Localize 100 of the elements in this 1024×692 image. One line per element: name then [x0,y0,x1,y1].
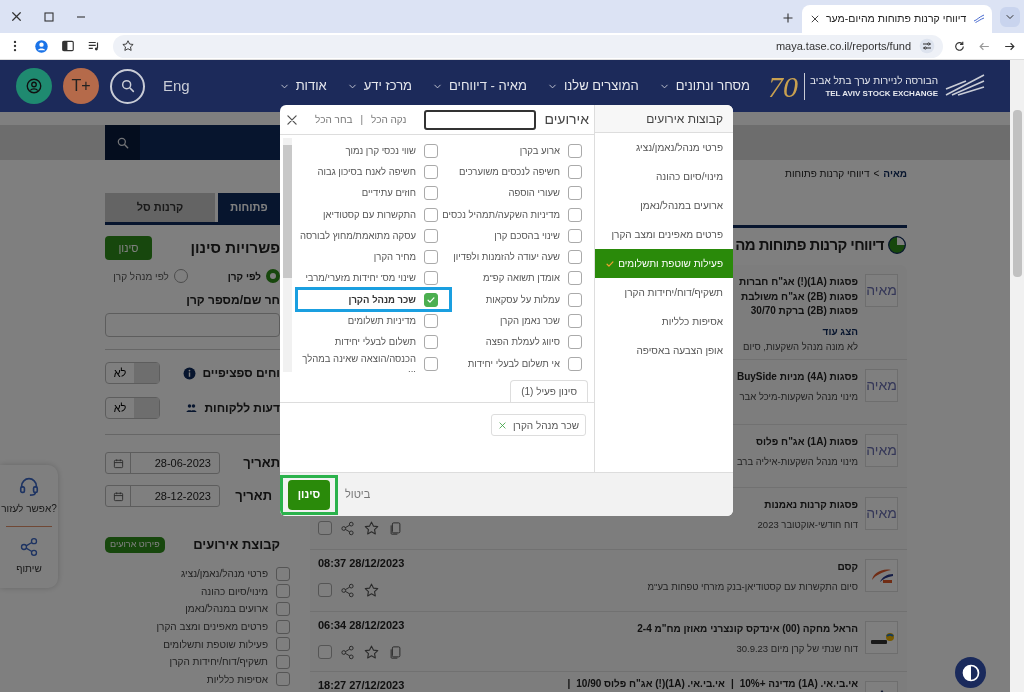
share-label[interactable]: שיתוף [16,561,42,576]
filter-button[interactable]: סינון [105,236,152,260]
checkbox-label: עסקה מתואמת/מחוץ לבורסה [300,230,416,241]
apply-button[interactable]: סינון [288,479,330,510]
checkbox-label: שווי נכסי קרן נמוך [345,145,416,156]
logo-anniversary-number: 70 [768,68,799,105]
section-heading: קבוצת אירועים [193,536,280,555]
report-title[interactable]: פסגות (1A) אג"ח פלוס [756,435,858,450]
report-title[interactable]: אי.בי.אי. (1A)(!) אג"ח פלוס 10/90 [576,677,725,692]
logo-box: מאיה [865,497,898,530]
url-text[interactable]: maya.tase.co.il/reports/fund [775,37,911,55]
list-item[interactable]: ארועים במנהל/נאמן [595,191,733,220]
checkbox-label: הכנסה/הוצאה שאינה במהלך ... [301,353,416,374]
checkbox-label: מדיניות תשלומים [347,316,416,326]
date-label: תאריך [243,454,280,473]
checkbox-label: שעורי הוספה [508,188,560,199]
list-item[interactable]: תשקיף/דוח/יחידות הקרן [595,278,733,307]
report-subtitle: מינוי מנהל השקעות-מיכל אבר [739,389,858,404]
show-more-link[interactable]: הצג עוד [822,323,858,339]
section-heading: פשרויות סינון [190,237,280,258]
checkbox-label: פרטי מנהל/נאמן/נציג [181,567,268,582]
panel-title: אירועים [544,110,589,129]
tab[interactable]: פתוחות [218,193,280,222]
report-title[interactable]: פסגות (1A)(!) אג"ח חברות [739,275,858,290]
text-size-button[interactable]: T+ [63,68,99,104]
logo-box: מאיה [865,434,898,467]
checkbox-label: התקשרות עם קסטודיאן [323,209,416,220]
checkbox-label: תשקיף/דוח/יחידות הקרן [169,655,268,670]
list-item[interactable]: אסיפות כלליות [595,307,733,336]
checkbox-label: מחיר הקרן [373,252,416,263]
active-filter-tab[interactable]: סינון פעיל (1) [510,380,588,402]
report-title[interactable]: הראל מחקה (00) אינדקס קונצרני מאוזן מח"מ 2-4 [637,622,858,637]
checkbox-label: שינוי בהסכם קרן [494,230,560,241]
checkbox-label: שכר נאמן הקרן [499,316,560,326]
cancel-link[interactable]: ביטול [345,486,371,503]
logo-name: TEL AVIV STOCK EXCHANGE [824,87,938,100]
report-title[interactable]: פסגות קרנות נאמנות [764,498,858,513]
tab-title: דיווחי קרנות פתוחות מהיום-מער [826,11,967,27]
list-item[interactable]: פעילות שוטפת ותשלומים [595,249,733,278]
list-item[interactable]: מינוי/סיום כהונה [595,162,733,191]
checkbox-label: ארועים במנהל/נאמן [185,602,268,617]
language-link[interactable]: Eng [163,74,190,98]
nav-menu-item[interactable]: המוצרים שלנו [546,76,639,96]
radio-label: לפי קרן [227,269,261,284]
checkbox-label: חשיפה לאנח בסיכון גבוה [317,166,416,177]
checkbox-label: אומדן תשואה קפ"מ [482,273,560,284]
logo-name: הבורסה לניירות ערך בתל אביב [810,73,938,88]
report-title[interactable]: פסגות (4A) מניות BuySide [736,370,858,385]
report-title[interactable]: פסגות (2B) אג"ח משולבת [741,289,858,304]
checkbox-label: מינוי/סיום כהונה [200,584,268,599]
report-title[interactable]: אי.בי.אי. (1A) מדינה +10% [739,677,858,692]
logo-box: מאיה [865,274,898,307]
logo-box: מאיה [865,369,898,402]
report-subtitle: דוח שנתי של קרן מיום 30.9.23 [736,641,858,656]
select-all-link[interactable]: בחר הכל [315,112,353,127]
breadcrumb-current: דיווחי קרנות פתוחות [785,168,870,180]
nav-menu-item[interactable]: אודות [278,76,327,96]
list-item[interactable]: פרטים מאפינים ומצב הקרן [595,220,733,249]
report-title[interactable]: פסגות (2B) ברקת 30/70 [750,304,858,319]
link-separator: | [360,113,364,127]
yes-no-selector[interactable]: לא [105,397,160,419]
tab[interactable]: קרנות סל [105,193,215,222]
toggle-label: וחים ספציפיים [202,365,280,382]
help-label[interactable]: אפשר לעזור? [1,501,57,516]
checkbox-label: מדיניות השקעה/תמהיל נכסים [442,209,560,220]
checkbox-label: שכר מנהל הקרן [348,294,416,305]
list-item[interactable]: פרטי מנהל/נאמן/נציג [595,133,733,162]
report-time: 18:27 27/12/2023 [318,678,406,692]
clear-all-link[interactable]: נקה הכל [371,112,407,127]
report-subtitle: לא מונה מנהל השקעות, סיום [743,339,858,354]
checkbox-label: אסיפות כלליות [206,672,268,687]
report-title[interactable]: קסם [837,560,858,575]
nav-menu-item[interactable]: מאיה - דיווחים [432,76,527,96]
checkbox-label: עמלות על עסקאות [485,294,560,305]
checkbox-label: שינוי מס' יחידות מזערי/מרבי [305,273,416,284]
title-separator: | [730,677,734,691]
breadcrumb-link[interactable]: מאיה [883,168,907,180]
date-field[interactable]: 28-12-2023 [105,485,220,507]
breadcrumb-separator: > [873,168,880,180]
browser-tab[interactable]: דיווחי קרנות פתוחות מהיום-מער [802,5,992,33]
list-item[interactable]: אופן הצבעה באסיפה [595,336,733,365]
yes-no-selector[interactable]: לא [105,362,160,384]
report-subtitle: סיום התקשרות עם קסטודיאן-בנק מזרחי טפחות בע"מ [647,579,858,594]
radio-label: לפי מנהל קרן [113,269,169,284]
checkbox-label: חוזים עתידיים [361,188,416,199]
report-time: 08:37 28/12/2023 [318,556,406,570]
field-label: חר שם/מספר קרן [185,292,280,306]
nav-menu-item[interactable]: מסחר ונתונים [658,76,751,96]
filter-chip[interactable]: שכר מנהל הקרן [490,414,586,436]
checkbox-label: סיווג לעמלת הפצה [485,337,560,348]
page-title: דיווחי קרנות פתוחות מה [735,234,884,255]
details-tag[interactable]: פירוט ארועים [105,537,165,553]
report-subtitle: מינוי מנהל השקעות-איליה ברב [736,454,858,469]
checkbox-label: פרטים מאפינים ומצב הקרן [156,620,268,635]
checkbox-label: תשלום לבעלי יחידות [334,337,416,348]
date-label: תאריך [235,487,272,506]
panel-header: קבוצות אירועים [595,105,733,133]
date-field[interactable]: 28-06-2023 [105,452,220,474]
nav-menu-item[interactable]: מרכז ידע [346,76,413,96]
report-subtitle: דוח חודשי-אוקטובר 2023 [757,517,858,532]
